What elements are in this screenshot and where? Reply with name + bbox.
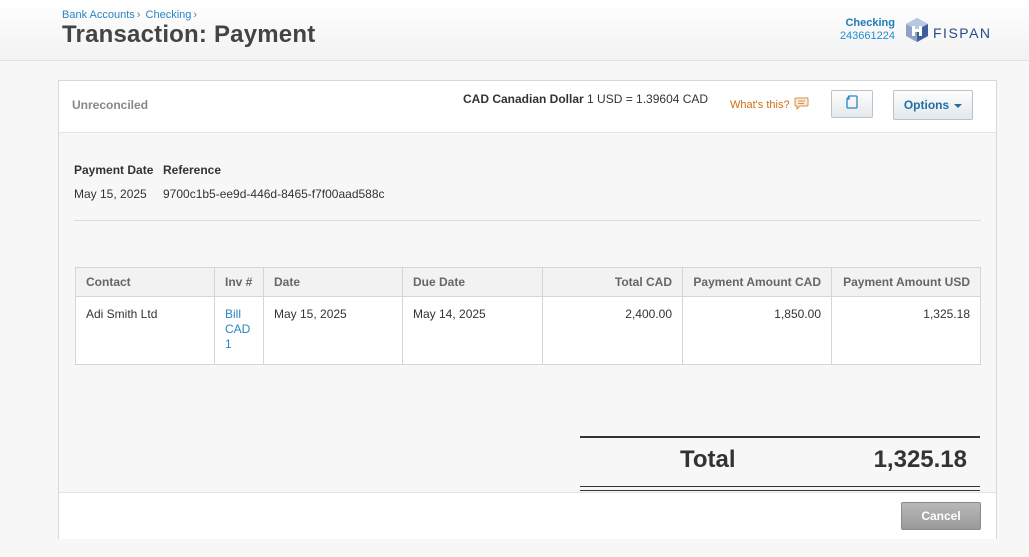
copy-button[interactable]	[831, 90, 873, 118]
options-button[interactable]: Options	[893, 90, 973, 120]
col-header-inv: Inv #	[214, 267, 264, 297]
payment-date-value: May 15, 2025	[74, 187, 147, 201]
table-header-row: Contact Inv # Date Due Date Total CAD Pa…	[75, 267, 981, 297]
breadcrumb-separator: ›	[136, 9, 141, 21]
currency-info: CAD Canadian Dollar 1 USD = 1.39604 CAD	[463, 92, 708, 106]
page-header: Bank Accounts › Checking › Transaction: Pa…	[0, 0, 1029, 61]
breadcrumb-bank-accounts[interactable]: Bank Accounts	[62, 9, 135, 21]
breadcrumb-separator: ›	[193, 9, 198, 21]
cell-total-cad: 2,400.00	[542, 296, 683, 365]
brand-logo: FISPAN	[905, 17, 992, 48]
reference-label: Reference	[163, 163, 222, 177]
chevron-down-icon	[954, 103, 963, 108]
payment-lines-table: Contact Inv # Date Due Date Total CAD Pa…	[75, 267, 981, 365]
total-value: 1,325.18	[873, 446, 967, 473]
panel-body: Payment Date Reference May 15, 2025 9700…	[59, 133, 996, 492]
reference-value: 9700c1b5-ee9d-446d-8465-f7f00aad588c	[163, 187, 385, 201]
totals-block: Total 1,325.18	[580, 436, 980, 491]
divider	[74, 220, 981, 221]
transaction-panel: Unreconciled CAD Canadian Dollar 1 USD =…	[58, 80, 997, 539]
fispan-cube-logo-icon	[905, 17, 929, 48]
col-header-due-date: Due Date	[402, 267, 543, 297]
col-header-date: Date	[263, 267, 403, 297]
cell-payment-usd: 1,325.18	[831, 296, 981, 365]
whats-this-link[interactable]: What's this?	[730, 97, 809, 113]
col-header-payment-usd: Payment Amount USD	[831, 267, 981, 297]
panel-footer: Cancel	[59, 492, 996, 539]
account-name: Checking	[845, 17, 895, 29]
col-header-total-cad: Total CAD	[542, 267, 683, 297]
payment-date-label: Payment Date	[74, 163, 154, 177]
panel-toolbar: Unreconciled CAD Canadian Dollar 1 USD =…	[59, 81, 996, 133]
options-label: Options	[903, 98, 950, 112]
total-label: Total	[680, 446, 736, 473]
cancel-button[interactable]: Cancel	[901, 502, 981, 530]
speech-bubble-icon	[794, 97, 809, 113]
cell-contact: Adi Smith Ltd	[75, 296, 215, 365]
account-summary[interactable]: Checking 243661224	[840, 17, 895, 43]
copy-document-icon	[846, 94, 858, 114]
col-header-contact: Contact	[75, 267, 215, 297]
reconcile-status: Unreconciled	[72, 98, 149, 112]
cell-date: May 15, 2025	[263, 296, 403, 365]
cell-payment-cad: 1,850.00	[682, 296, 832, 365]
currency-code: CAD Canadian Dollar	[463, 92, 584, 106]
page-title: Transaction: Payment	[62, 21, 316, 48]
breadcrumb-checking[interactable]: Checking	[146, 9, 192, 21]
table-row: Adi Smith Ltd Bill CAD 1 May 15, 2025 Ma…	[75, 296, 981, 365]
exchange-rate: 1 USD = 1.39604 CAD	[587, 92, 709, 106]
invoice-link[interactable]: Bill CAD 1	[214, 296, 264, 365]
brand-name: FISPAN	[933, 24, 992, 41]
breadcrumb: Bank Accounts › Checking ›	[62, 9, 199, 21]
whats-this-label: What's this?	[730, 99, 790, 111]
account-number: 243661224	[839, 30, 895, 42]
col-header-payment-cad: Payment Amount CAD	[682, 267, 832, 297]
cell-due-date: May 14, 2025	[402, 296, 543, 365]
